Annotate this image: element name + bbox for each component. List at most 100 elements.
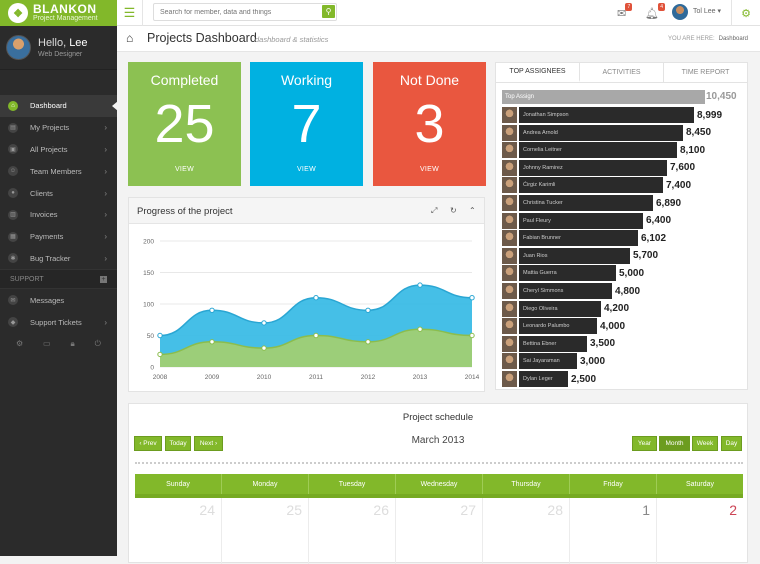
calendar-day[interactable]: 25	[222, 498, 309, 564]
assignees-panel: TOP ASSIGNEES ACTIVITIES TIME REPORT Top…	[495, 62, 748, 390]
data-point	[157, 332, 163, 339]
assignee-avatar	[502, 371, 517, 387]
sidebar-item-payments[interactable]: ▦ Payments ›	[0, 226, 117, 248]
chevron-right-icon: ›	[104, 210, 107, 220]
stat-view-link[interactable]: VIEW	[250, 166, 363, 173]
chevron-right-icon: ›	[104, 232, 107, 242]
assignee-value: 2,500	[571, 373, 597, 385]
data-point	[261, 345, 267, 351]
user-name: Lee	[69, 37, 88, 49]
assignee-row[interactable]: Christina Tucker 6,890	[502, 195, 681, 211]
assignee-row[interactable]: Jonathan Simpson 8,999	[502, 107, 722, 123]
day-view-button[interactable]: Day	[721, 436, 742, 451]
calendar-day[interactable]: 1	[570, 498, 657, 564]
assignee-row[interactable]: Johnny Ramirez 7,600	[502, 159, 695, 176]
sidebar-item-messages[interactable]: ✉ Messages	[0, 289, 117, 311]
search-icon[interactable]: ⚲	[322, 5, 335, 18]
assignee-row[interactable]: Sai Jayaraman 3,000	[502, 353, 605, 370]
assignee-row[interactable]: Ćirgiz Karimli 7,400	[502, 177, 691, 194]
greeting: Hello, Lee	[38, 37, 88, 49]
expand-icon[interactable]: ⤢	[431, 206, 437, 216]
tab-activities[interactable]: ACTIVITIES	[580, 63, 664, 82]
data-point	[417, 282, 423, 288]
gear-icon[interactable]: ⚙	[16, 339, 23, 349]
assignee-avatar	[502, 230, 517, 247]
assignee-row[interactable]: Cornelia Leitner 8,100	[502, 142, 705, 159]
assignee-avatar	[502, 195, 517, 211]
calendar-grid: 24 25 26 27 28 1 2	[135, 494, 743, 564]
month-view-button[interactable]: Month	[659, 436, 690, 451]
greeting-text: Hello,	[38, 37, 67, 49]
progress-chart: 0 50 100 150 200 2008 2009 2010 2011 2012 2013 2014	[143, 239, 479, 382]
x-tick-label: 2009	[205, 374, 220, 381]
calendar-day[interactable]: 2	[657, 498, 743, 564]
assignee-value: 6,102	[641, 232, 667, 244]
bell-icon[interactable]: 🔔︎ 4	[645, 3, 665, 20]
user-menu[interactable]: Tol Lee ▾	[693, 7, 721, 15]
assignee-row[interactable]: Bettina Ebner 3,500	[502, 335, 615, 352]
assignee-name: Sai Jayaraman	[519, 353, 577, 370]
stat-value: 3	[414, 94, 445, 154]
sidebar-item-bug-tracker[interactable]: ✱ Bug Tracker ›	[0, 248, 117, 270]
power-icon[interactable]: ⏻	[95, 339, 101, 349]
year-view-button[interactable]: Year	[632, 436, 657, 451]
folder-icon: ▤	[8, 122, 18, 133]
assignee-row[interactable]: Cheryl Simmons 4,800	[502, 283, 640, 299]
calendar-day[interactable]: 26	[309, 498, 396, 564]
assignee-row[interactable]: Leonardo Palumbo 4,000	[502, 318, 625, 335]
plus-icon[interactable]: +	[100, 275, 107, 283]
monitor-icon[interactable]: ▭	[43, 339, 51, 349]
assignee-row[interactable]: Fabian Brunner 6,102	[502, 230, 667, 247]
lock-icon[interactable]: 🔒︎	[71, 339, 75, 349]
sidebar-item-all-projects[interactable]: ▣ All Projects ›	[0, 139, 117, 161]
sidebar-item-my-projects[interactable]: ▤ My Projects ›	[0, 117, 117, 139]
sidebar-item-clients[interactable]: ● Clients ›	[0, 182, 117, 204]
sidebar-item-invoices[interactable]: ▥ Invoices ›	[0, 204, 117, 226]
assignee-name: Fabian Brunner	[519, 230, 638, 247]
data-point	[365, 307, 371, 314]
assignee-row[interactable]: Paul Fleury 6,400	[502, 212, 671, 229]
breadcrumb-current[interactable]: Dashboard	[719, 36, 748, 42]
calendar-day[interactable]: 28	[483, 498, 570, 564]
search-input[interactable]	[153, 3, 337, 21]
mail-icon[interactable]: ✉ 7	[617, 3, 633, 20]
stat-value: 7	[291, 94, 322, 154]
assignee-row[interactable]: Juan Rios 5,700	[502, 247, 658, 264]
calendar-day[interactable]: 27	[396, 498, 483, 564]
collapse-icon[interactable]: ⌃	[469, 206, 476, 215]
progress-panel-title: Progress of the project	[137, 206, 233, 217]
tab-top-assignees[interactable]: TOP ASSIGNEES	[496, 63, 580, 82]
assignee-row[interactable]: Andrea Arnold 8,450	[502, 124, 711, 141]
stat-title: Not Done	[399, 72, 460, 88]
sidebar-item-team-members[interactable]: ☺ Team Members ›	[0, 160, 117, 182]
menu-toggle-icon[interactable]: ☰	[117, 0, 143, 26]
assignee-value: 6,890	[656, 197, 682, 209]
user-avatar[interactable]	[672, 4, 688, 20]
sidebar-item-label: Invoices	[30, 210, 58, 220]
avatar[interactable]	[6, 35, 31, 60]
assignee-avatar	[502, 247, 517, 264]
data-point	[313, 295, 319, 301]
gear-icon[interactable]: ⚙	[731, 0, 760, 26]
chevron-right-icon: ›	[104, 144, 107, 154]
assignee-row[interactable]: Dylan Leger 2,500	[502, 371, 596, 387]
tab-time-report[interactable]: TIME REPORT	[664, 63, 747, 82]
week-view-button[interactable]: Week	[692, 436, 718, 451]
assignee-row[interactable]: Diego Oliveira 4,200	[502, 300, 629, 317]
y-tick-label: 100	[143, 302, 154, 309]
user-icon: ●	[8, 188, 18, 199]
refresh-icon[interactable]: ↻	[450, 206, 457, 215]
stat-view-link[interactable]: VIEW	[373, 166, 486, 173]
divider	[135, 462, 743, 464]
home-icon: ⌂	[126, 31, 134, 45]
assignee-row[interactable]: Mattia Guerra 5,000	[502, 265, 644, 282]
data-point	[261, 320, 267, 326]
sidebar-item-dashboard[interactable]: ⌂ Dashboard	[0, 95, 118, 117]
sidebar-item-support-tickets[interactable]: ◆ Support Tickets ›	[0, 311, 117, 333]
logo[interactable]: ❖ BLANKON Project Management	[0, 0, 117, 26]
stat-view-link[interactable]: VIEW	[128, 166, 241, 173]
sidebar-item-label: Messages	[30, 295, 65, 305]
calendar-day[interactable]: 24	[135, 498, 222, 564]
support-label: SUPPORT	[10, 275, 44, 283]
chevron-right-icon: ›	[104, 123, 107, 133]
